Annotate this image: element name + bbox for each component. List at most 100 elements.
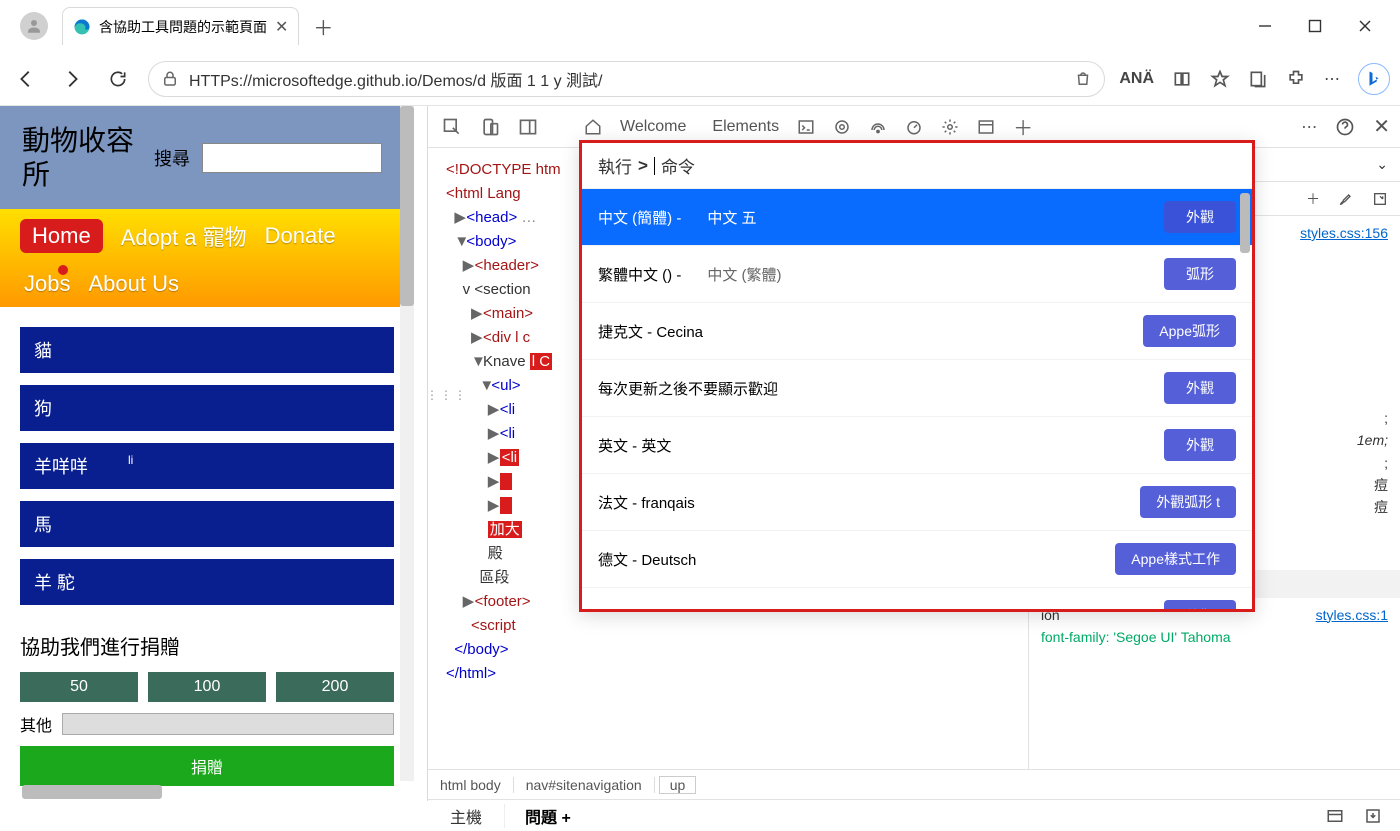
command-menu-item[interactable]: 義大利文 - 義大利文 外觀 — [582, 588, 1252, 609]
command-menu-item[interactable]: 德文 - DeutschAppe樣式工作 — [582, 531, 1252, 588]
network-tab-icon[interactable] — [869, 118, 887, 136]
nav-about[interactable]: About Us — [88, 271, 179, 297]
breadcrumb-part[interactable]: html body — [428, 777, 514, 793]
breadcrumb-part[interactable]: nav#sitenavigation — [514, 777, 655, 793]
command-scrollbar[interactable] — [1240, 193, 1250, 253]
bing-chat-icon[interactable] — [1358, 63, 1390, 95]
add-tab-icon[interactable]: ＋ — [1013, 112, 1033, 141]
devtools-close-icon[interactable]: ✕ — [1373, 114, 1390, 139]
command-menu-input-row[interactable]: 執行 > 命令 — [582, 143, 1252, 189]
tab-welcome[interactable]: Welcome — [620, 118, 686, 136]
site-info-icon[interactable] — [161, 70, 179, 88]
nav-jobs[interactable]: Jobs — [24, 271, 70, 297]
nav-home[interactable]: Home — [20, 219, 103, 253]
list-item[interactable]: 馬 — [20, 501, 394, 547]
stylesheet-link[interactable]: styles.css:156 — [1300, 225, 1388, 241]
dom-line: <header> — [475, 257, 539, 274]
command-item-label: 義大利文 - 義大利文 — [598, 606, 731, 610]
drawer-settings-icon[interactable] — [1326, 807, 1344, 825]
command-menu-item[interactable]: 英文 - 英文外觀 — [582, 417, 1252, 474]
console-tab-icon[interactable] — [797, 118, 815, 136]
collections-icon[interactable] — [1248, 69, 1268, 89]
command-item-label: 捷克文 - Cecina — [598, 321, 703, 342]
window-minimize-button[interactable] — [1258, 19, 1272, 33]
sources-tab-icon[interactable] — [833, 118, 851, 136]
other-amount-input[interactable] — [62, 713, 394, 735]
new-tab-button[interactable]: ＋ — [313, 12, 333, 41]
dom-line: 區段 — [479, 569, 509, 586]
profile-avatar[interactable] — [20, 12, 48, 40]
performance-tab-icon[interactable] — [905, 118, 923, 136]
dom-line: Knave — [483, 353, 530, 370]
command-cmd-label: 命令 — [661, 153, 695, 178]
command-menu-item[interactable]: 中文 (簡體) -中文 五外觀 — [582, 189, 1252, 246]
reading-list-icon[interactable] — [1172, 69, 1192, 89]
memory-tab-icon[interactable] — [941, 118, 959, 136]
page-scrollbar-vertical[interactable] — [400, 106, 414, 781]
edge-favicon-icon — [73, 18, 91, 36]
drawer-host-tab[interactable]: 主機 — [428, 804, 504, 828]
reader-label[interactable]: ANÄ — [1119, 70, 1154, 88]
tab-elements[interactable]: Elements — [712, 118, 779, 136]
browser-tab[interactable]: 含協助工具問題的示範頁面 ✕ — [62, 7, 299, 45]
browser-toolbar: HTTPs://microsoftedge.github.io/Demos/d … — [0, 52, 1400, 106]
dom-line: <script — [471, 617, 516, 634]
command-menu-item[interactable]: 繁體中文 () -中文 (繁體)弧形 — [582, 246, 1252, 303]
list-item[interactable]: 羊 駝 — [20, 559, 394, 605]
tab-close-icon[interactable]: ✕ — [275, 17, 288, 37]
forward-button[interactable] — [56, 63, 88, 95]
dom-line: <div l c — [483, 329, 530, 346]
command-item-category: 外觀弧形 t — [1140, 486, 1236, 518]
stylesheet-link[interactable]: styles.css:1 — [1316, 604, 1388, 626]
favorite-icon[interactable] — [1210, 69, 1230, 89]
window-maximize-button[interactable] — [1308, 19, 1322, 33]
search-input[interactable] — [202, 143, 382, 173]
animal-list: 貓 狗 羊咩咩li 馬 羊 駝 — [0, 307, 414, 625]
command-item-label: 德文 - Deutsch — [598, 549, 696, 570]
command-item-category: 弧形 — [1164, 258, 1236, 290]
page-scrollbar-horizontal[interactable] — [22, 785, 162, 799]
settings-more-icon[interactable]: ⋯ — [1324, 69, 1340, 89]
command-menu-item[interactable]: 每次更新之後不要顯示歡迎外觀 — [582, 360, 1252, 417]
styles-export-icon[interactable] — [1372, 191, 1388, 207]
devtools-more-icon[interactable]: ⋯ — [1301, 117, 1317, 137]
dock-side-icon[interactable] — [518, 117, 538, 137]
address-bar[interactable]: HTTPs://microsoftedge.github.io/Demos/d … — [148, 61, 1105, 97]
command-item-sub: 中文 (繁體) — [707, 264, 781, 285]
drawer-issues-tab[interactable]: 問題 + — [504, 804, 591, 828]
dom-line: 殿 — [488, 545, 503, 562]
extensions-icon[interactable] — [1286, 69, 1306, 89]
device-toggle-icon[interactable] — [480, 117, 500, 137]
refresh-button[interactable] — [102, 63, 134, 95]
command-menu-item[interactable]: 法文 - franqais外觀弧形 t — [582, 474, 1252, 531]
styles-brush-icon[interactable] — [1338, 191, 1354, 207]
dom-line: <li — [500, 449, 519, 466]
shopping-icon[interactable] — [1074, 70, 1092, 88]
amount-button[interactable]: 100 — [148, 672, 266, 702]
back-button[interactable] — [10, 63, 42, 95]
list-item[interactable]: 羊咩咩li — [20, 443, 394, 489]
breadcrumb-up[interactable]: up — [659, 776, 697, 794]
dom-line: v <section — [463, 281, 531, 298]
command-item-label: 中文 (簡體) - — [598, 207, 681, 228]
devtools-help-icon[interactable] — [1335, 117, 1355, 137]
chevron-down-icon[interactable]: ⌄ — [1376, 156, 1388, 173]
nav-donate[interactable]: Donate — [265, 223, 336, 249]
application-tab-icon[interactable] — [977, 118, 995, 136]
command-menu: 執行 > 命令 中文 (簡體) -中文 五外觀繁體中文 () -中文 (繁體)弧… — [579, 140, 1255, 612]
amount-button[interactable]: 50 — [20, 672, 138, 702]
nav-adopt[interactable]: Adopt a 寵物 — [121, 220, 247, 252]
command-item-category: 外觀 — [1164, 600, 1236, 609]
pane-drag-handle-icon[interactable]: ⋮⋮⋮ — [428, 388, 468, 402]
command-menu-item[interactable]: 捷克文 - CecinaAppe弧形 — [582, 303, 1252, 360]
amount-button[interactable]: 200 — [276, 672, 394, 702]
list-item[interactable]: 貓 — [20, 327, 394, 373]
drawer-download-icon[interactable] — [1364, 807, 1382, 825]
animal-name: 狗 — [34, 395, 52, 421]
new-style-rule-icon[interactable]: ＋ — [1306, 189, 1320, 209]
inspect-element-icon[interactable] — [442, 117, 462, 137]
list-item[interactable]: 狗 — [20, 385, 394, 431]
window-close-button[interactable] — [1358, 19, 1372, 33]
dom-line: <li — [500, 401, 515, 418]
donate-button[interactable]: 捐贈 — [20, 746, 394, 786]
